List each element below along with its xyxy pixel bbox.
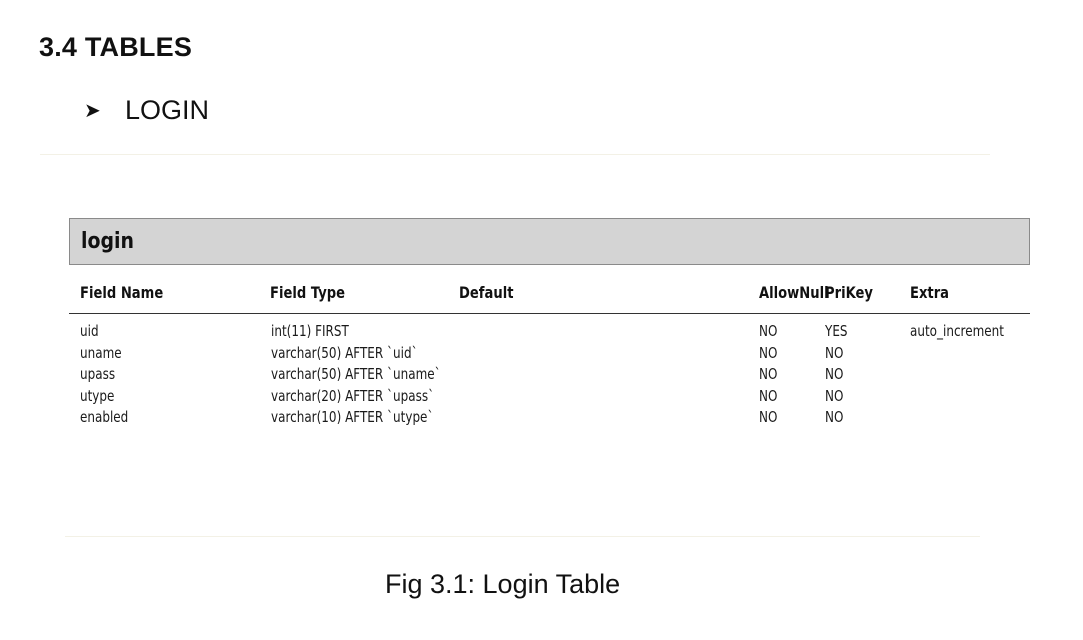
section-heading: 3.4 TABLES xyxy=(39,32,193,62)
column-header-extra: Extra xyxy=(910,283,950,302)
cell-field-type: varchar(50) AFTER `uname` xyxy=(271,365,441,383)
cell-field-type: varchar(10) AFTER `utype` xyxy=(271,408,434,426)
table-body: uid int(11) FIRST NO YES auto_increment … xyxy=(69,322,1030,430)
faint-divider xyxy=(40,154,990,155)
cell-field-name: utype xyxy=(80,386,115,405)
column-header-pri-key: PriKey xyxy=(825,283,873,302)
table-row: uid int(11) FIRST NO YES auto_increment xyxy=(69,322,1030,344)
cell-field-name: upass xyxy=(80,365,116,383)
table-row: enabled varchar(10) AFTER `utype` NO NO xyxy=(69,408,1030,430)
column-header-row: Field Name Field Type Default AllowNull … xyxy=(69,265,1030,314)
cell-allow-null: NO xyxy=(759,365,778,383)
figure-caption: Fig 3.1: Login Table xyxy=(385,569,621,599)
cell-pri-key: NO xyxy=(825,343,844,362)
cell-allow-null: NO xyxy=(759,322,778,340)
cell-allow-null: NO xyxy=(759,343,778,362)
cell-pri-key: NO xyxy=(825,365,844,383)
column-header-default: Default xyxy=(459,283,514,302)
column-header-field-type: Field Type xyxy=(270,283,346,302)
bullet-item: ➤ LOGIN xyxy=(84,95,209,126)
schema-table-header: login xyxy=(69,218,1030,265)
arrow-bullet-icon: ➤ xyxy=(84,99,101,122)
table-row: utype varchar(20) AFTER `upass` NO NO xyxy=(69,387,1030,409)
cell-allow-null: NO xyxy=(759,386,778,405)
cell-field-name: uid xyxy=(80,322,99,340)
faint-divider xyxy=(65,536,980,537)
cell-pri-key: NO xyxy=(825,386,844,405)
schema-table: login Field Name Field Type Default Allo… xyxy=(69,218,1030,430)
cell-field-name: uname xyxy=(80,343,122,362)
table-row: upass varchar(50) AFTER `uname` NO NO xyxy=(69,365,1030,387)
cell-allow-null: NO xyxy=(759,408,778,426)
cell-pri-key: NO xyxy=(825,408,844,426)
cell-field-type: varchar(50) AFTER `uid` xyxy=(271,343,418,362)
cell-pri-key: YES xyxy=(825,322,848,340)
column-header-allow-null: AllowNull xyxy=(759,283,829,302)
cell-extra: auto_increment xyxy=(910,322,1004,340)
cell-field-type: int(11) FIRST xyxy=(271,322,349,340)
cell-field-type: varchar(20) AFTER `upass` xyxy=(271,386,435,405)
cell-field-name: enabled xyxy=(80,408,129,426)
table-name: login xyxy=(81,229,134,254)
column-header-field-name: Field Name xyxy=(80,283,164,302)
table-row: uname varchar(50) AFTER `uid` NO NO xyxy=(69,344,1030,366)
bullet-label: LOGIN xyxy=(125,95,210,125)
